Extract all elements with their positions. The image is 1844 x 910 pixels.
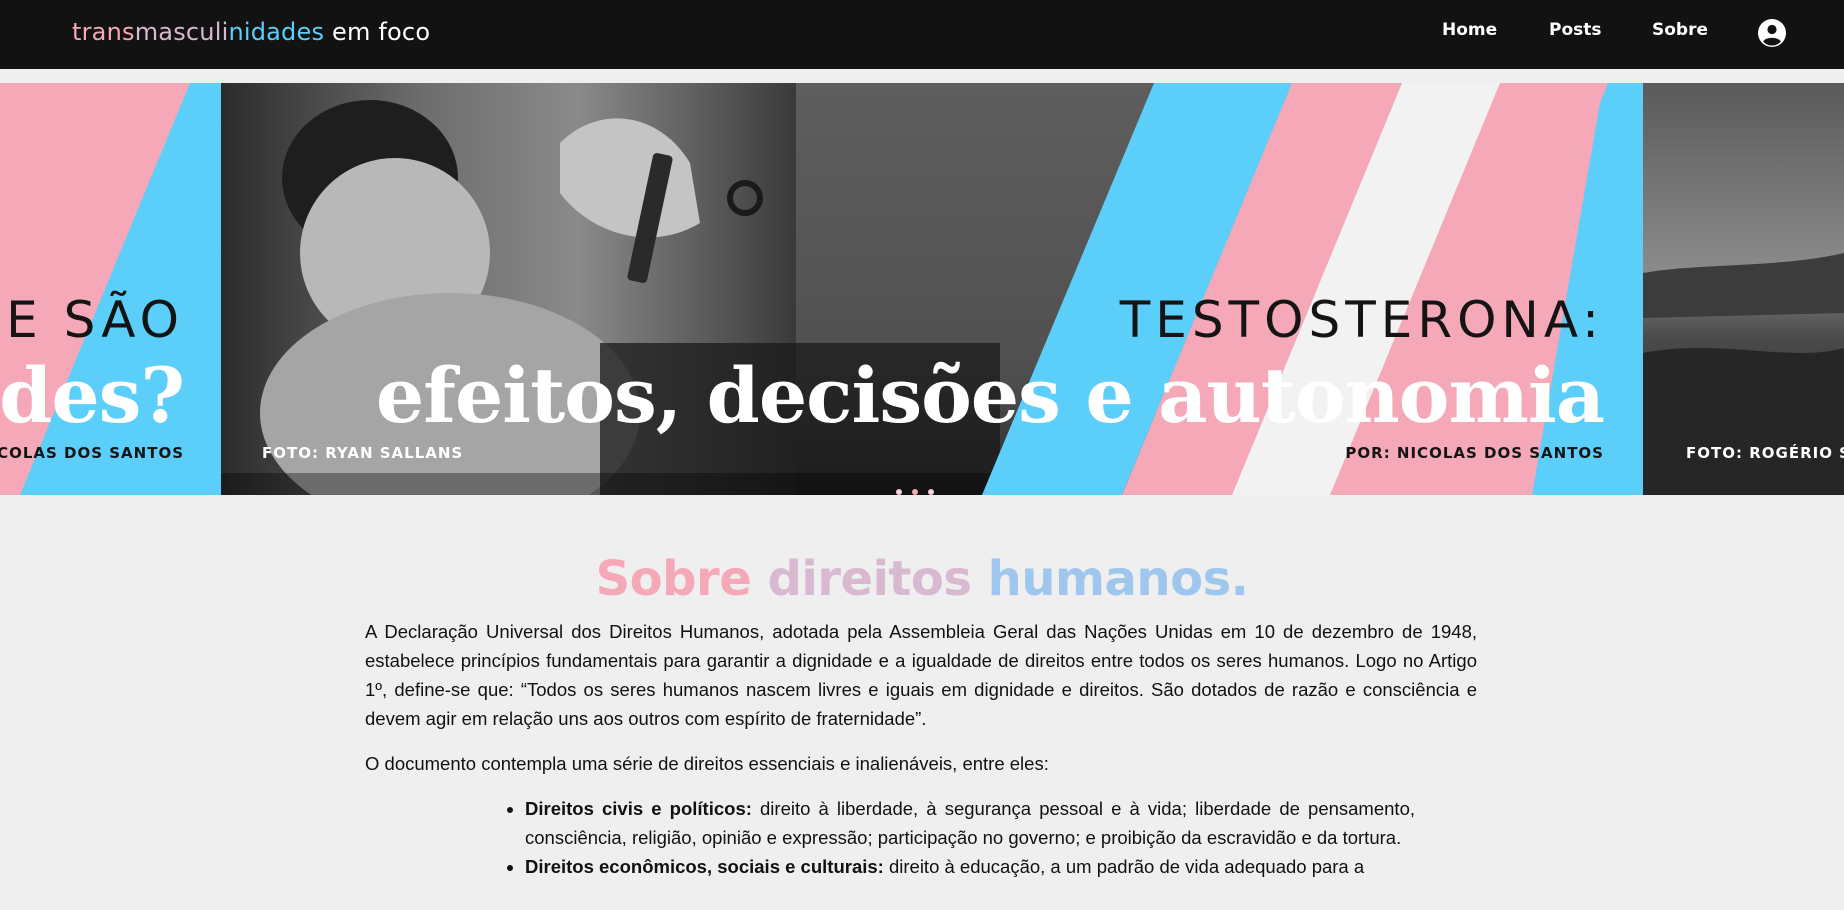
slide-kicker: TESTOSTERONA:: [1119, 291, 1604, 349]
list-text: direito à educação, a um padrão de vida …: [883, 856, 1365, 877]
top-navbar: transmasculinidades em foco Home Posts S…: [0, 0, 1844, 69]
author-credit: POR: NICOLAS DOS SANTOS: [1345, 444, 1604, 462]
title-word: Sobre: [595, 551, 752, 607]
next-slide-credit: FOTO: ROGÉRIO SO: [1686, 444, 1844, 462]
photo-credit: FOTO: RYAN SALLANS: [262, 444, 464, 462]
list-term: Direitos civis e políticos:: [525, 798, 752, 819]
logo-word-part: trans: [72, 18, 135, 46]
nav-sobre[interactable]: Sobre: [1652, 20, 1708, 40]
site-logo[interactable]: transmasculinidades em foco: [72, 18, 430, 46]
list-term: Direitos econômicos, sociais e culturais…: [525, 856, 884, 877]
prev-slide-credit: ICOLAS DOS SANTOS: [0, 444, 184, 462]
list-item: Direitos civis e políticos: direito à li…: [525, 794, 1415, 852]
section-title: Sobre direitos humanos.: [0, 551, 1844, 607]
carousel-dot[interactable]: [928, 489, 934, 495]
carousel-dot[interactable]: [896, 489, 902, 495]
title-word: direitos: [767, 551, 972, 607]
slide-headline[interactable]: efeitos, decisões e autonomia: [376, 351, 1605, 440]
prev-slide-kicker: UE SÃO: [0, 291, 184, 349]
nav-posts[interactable]: Posts: [1549, 20, 1602, 40]
logo-word: transmasculinidades: [72, 18, 324, 46]
prev-slide-headline: des?: [0, 351, 185, 440]
logo-word-part: masculi: [134, 18, 229, 46]
nav-home[interactable]: Home: [1442, 20, 1497, 40]
hero-carousel[interactable]: UE SÃO des? ICOLAS DOS SANTOS TESTOSTERO…: [0, 83, 1844, 495]
article-body: A Declaração Universal dos Direitos Huma…: [365, 617, 1477, 881]
logo-suffix: em foco: [332, 18, 431, 46]
logo-word-part: nidades: [228, 18, 325, 46]
list-item: Direitos econômicos, sociais e culturais…: [525, 852, 1415, 881]
carousel-dot[interactable]: [912, 489, 918, 495]
paragraph: A Declaração Universal dos Direitos Huma…: [365, 621, 1477, 729]
title-word: humanos.: [987, 551, 1249, 607]
user-circle-icon[interactable]: [1758, 19, 1786, 47]
rights-list: Direitos civis e políticos: direito à li…: [365, 794, 1477, 881]
paragraph: O documento contempla uma série de direi…: [365, 753, 1049, 774]
